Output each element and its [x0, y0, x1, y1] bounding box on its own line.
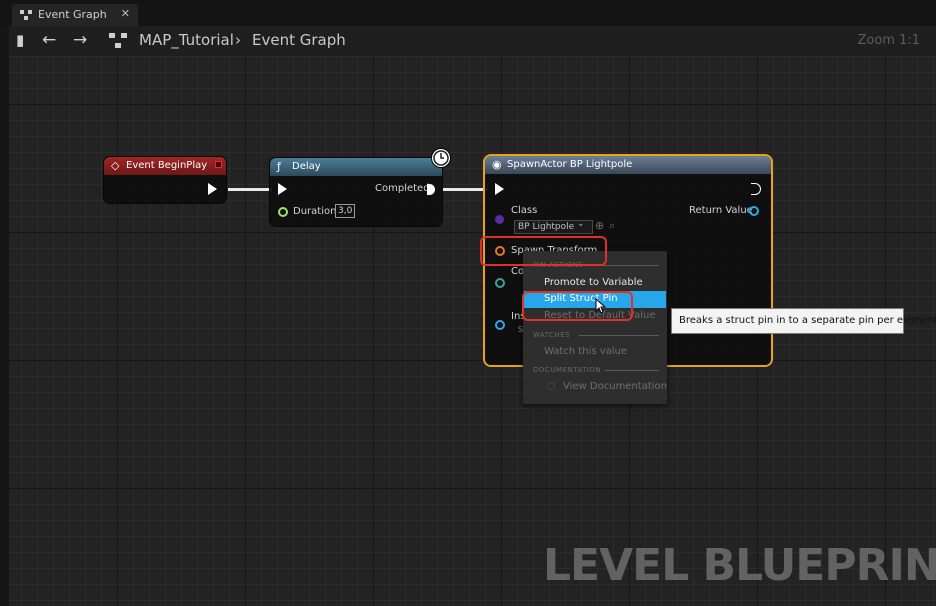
tab-event-graph[interactable]: Event Graph ✕ — [12, 4, 138, 26]
tooltip: Breaks a struct pin in to a separate pin… — [671, 308, 936, 334]
graph-icon — [20, 10, 32, 20]
collision-pin[interactable] — [495, 278, 505, 288]
duration-pin[interactable] — [278, 207, 288, 217]
search-icon[interactable]: ⌕ — [609, 219, 615, 233]
section-documentation: DOCUMENTATION — [533, 366, 602, 374]
promote-to-variable-item[interactable]: Promote to Variable — [544, 277, 643, 288]
return-value-label: Return Value — [689, 205, 753, 216]
instigator-pin[interactable] — [495, 320, 505, 330]
back-arrow-icon[interactable]: ← — [42, 30, 56, 50]
bookmark-icon[interactable]: ▮ — [16, 31, 24, 49]
help-icon: ◌ — [547, 381, 556, 392]
function-icon: ƒ — [277, 160, 281, 173]
divider — [579, 335, 659, 336]
divider — [605, 370, 659, 371]
toolbar: ▮ ← → MAP_Tutorial › Event Graph Zoom 1:… — [0, 26, 936, 56]
node-title: Delay — [292, 161, 321, 172]
node-title: SpawnActor BP Lightpole — [507, 159, 633, 170]
divider — [601, 265, 659, 266]
annotation-highlight-spawn-transform — [480, 236, 607, 266]
exec-wire — [442, 188, 488, 191]
breadcrumb-map[interactable]: MAP_Tutorial — [139, 31, 234, 49]
return-value-pin[interactable] — [749, 206, 759, 216]
clock-icon — [432, 149, 450, 167]
annotation-highlight-split-struct — [522, 291, 633, 321]
tab-bar: Event Graph ✕ — [0, 0, 936, 26]
spawn-icon: ◉ — [492, 158, 502, 171]
browse-icon[interactable]: ⊕ — [595, 219, 604, 232]
node-header: ◇ Event BeginPlay — [104, 157, 226, 175]
node-header: ◉ SpawnActor BP Lightpole — [485, 156, 771, 174]
exec-out-pin[interactable] — [208, 183, 217, 195]
breadcrumb-graph[interactable]: Event Graph — [252, 31, 346, 49]
tooltip-text: Breaks a struct pin in to a separate pin… — [679, 315, 936, 326]
close-icon[interactable]: ✕ — [121, 7, 130, 20]
graph-icon — [109, 33, 127, 48]
exec-wire — [228, 188, 272, 191]
zoom-label: Zoom 1:1 — [857, 33, 920, 48]
section-watches: WATCHES — [533, 331, 571, 339]
node-title: Event BeginPlay — [126, 160, 208, 171]
exec-out-pin[interactable] — [751, 183, 761, 195]
chevron-down-icon: ⌄ — [577, 219, 585, 229]
node-event-beginplay[interactable]: ◇ Event BeginPlay — [104, 157, 226, 203]
exec-in-pin[interactable] — [495, 183, 504, 195]
completed-label: Completed — [375, 183, 430, 194]
view-documentation-item[interactable]: View Documentation — [563, 381, 667, 392]
exec-in-pin[interactable] — [278, 183, 287, 195]
breadcrumb-separator: › — [235, 31, 241, 49]
pin-context-menu: PIN ACTIONS Promote to Variable Split St… — [523, 251, 667, 404]
node-delay[interactable]: ƒ Delay Completed Duration 3,0 — [270, 158, 442, 226]
exec-out-pin[interactable] — [427, 184, 435, 195]
duration-input[interactable]: 3,0 — [335, 204, 356, 218]
duration-label: Duration — [293, 206, 337, 217]
watermark: LEVEL BLUEPRINT — [543, 540, 936, 591]
forward-arrow-icon[interactable]: → — [73, 30, 87, 50]
watch-value-item[interactable]: Watch this value — [544, 346, 627, 357]
left-panel-edge — [0, 26, 9, 606]
delegate-pin[interactable] — [215, 161, 222, 168]
event-icon: ◇ — [111, 159, 120, 172]
class-pin[interactable] — [495, 215, 504, 224]
class-label: Class — [511, 205, 538, 216]
tab-label: Event Graph — [38, 8, 107, 21]
node-header: ƒ Delay — [270, 158, 442, 176]
